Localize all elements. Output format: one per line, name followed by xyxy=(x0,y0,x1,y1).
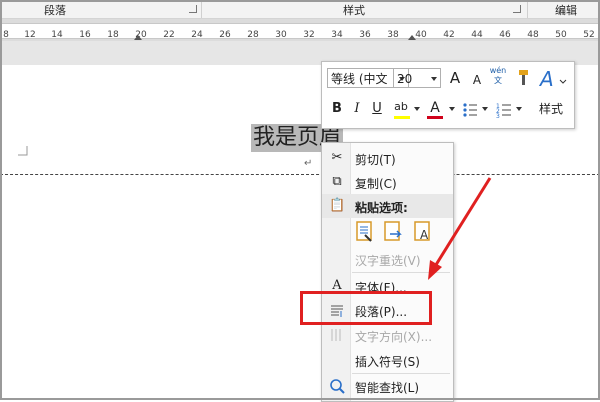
highlight-button[interactable]: ab xyxy=(392,98,410,116)
ruler-tick: 8 xyxy=(3,30,9,40)
font-name-value: 等线 (中文 xyxy=(331,72,388,86)
ruler-tick: 52 xyxy=(583,30,595,40)
shrink-font-button[interactable]: A xyxy=(468,71,486,89)
ruler-tick: 42 xyxy=(443,30,455,40)
format-painter-icon[interactable] xyxy=(512,69,530,87)
menu-item-text-direction: 文字方向(X)... xyxy=(322,323,453,347)
text-direction-icon xyxy=(331,329,341,341)
ruler-tick: 36 xyxy=(359,30,371,40)
paragraph-mark-icon: ↵ xyxy=(304,158,313,169)
ruler-tick: 22 xyxy=(163,30,175,40)
mini-toolbar: 等线 (中文 20 A A wén 文 A B I U ab A 123 样式 xyxy=(321,61,575,129)
ruler-tick: 30 xyxy=(275,30,287,40)
keep-text-only-icon[interactable]: A xyxy=(412,220,434,244)
ruler-tick: 14 xyxy=(51,30,63,40)
menu-item-label: 插入符号(S) xyxy=(355,355,420,369)
ribbon-group-paragraph: 段落 xyxy=(44,4,66,17)
scissors-icon: ✂ xyxy=(331,150,343,165)
merge-formatting-icon[interactable] xyxy=(382,220,404,244)
phonetic-guide-bottom: 文 xyxy=(494,76,502,85)
chevron-down-icon[interactable] xyxy=(516,107,522,111)
menu-item-cut[interactable]: ✂ 剪切(T) xyxy=(322,146,453,170)
clipboard-icon: 📋 xyxy=(329,198,346,213)
ruler-tick: 26 xyxy=(219,30,231,40)
ruler-tick: 40 xyxy=(415,30,427,40)
menu-item-insert-symbol[interactable]: 插入符号(S) xyxy=(322,348,453,372)
right-indent-marker[interactable] xyxy=(408,35,416,40)
header-boundary-line xyxy=(0,174,600,175)
styles-gallery-icon[interactable]: A xyxy=(538,66,570,92)
ribbon-separator xyxy=(201,0,202,18)
font-size-select[interactable]: 20 xyxy=(393,68,441,88)
menu-item-smart-lookup[interactable]: 智能查找(L) xyxy=(322,374,453,398)
numbering-icon[interactable]: 123 xyxy=(496,102,512,118)
styles-label[interactable]: 样式 xyxy=(539,100,563,117)
menu-item-label: 文字方向(X)... xyxy=(355,330,433,344)
horizontal-ruler[interactable]: 8 12 14 16 18 20 22 24 26 28 30 32 34 36… xyxy=(0,19,600,41)
font-color-button[interactable]: A xyxy=(426,99,444,117)
svg-text:A: A xyxy=(420,228,429,242)
ruler-tick: 50 xyxy=(555,30,567,40)
menu-item-paste-options: 📋 粘贴选项: xyxy=(322,194,453,218)
ruler-tick: 24 xyxy=(191,30,203,40)
chevron-down-icon[interactable] xyxy=(414,107,420,111)
menu-item-label: 复制(C) xyxy=(355,177,397,191)
ruler-tick: 34 xyxy=(331,30,343,40)
menu-item-label: 剪切(T) xyxy=(355,153,396,167)
bold-button[interactable]: B xyxy=(328,100,346,118)
svg-text:3: 3 xyxy=(496,113,500,118)
annotation-highlight-box xyxy=(300,291,432,325)
keep-source-formatting-icon[interactable] xyxy=(354,220,376,244)
smart-lookup-icon xyxy=(330,379,345,394)
phonetic-guide-button[interactable]: wén 文 xyxy=(488,66,508,85)
chevron-down-icon[interactable] xyxy=(482,107,488,111)
ruler-scale: 8 12 14 16 18 20 22 24 26 28 30 32 34 36… xyxy=(0,23,600,40)
ruler-tick: 16 xyxy=(79,30,91,40)
menu-item-reconversion: 汉字重选(V) xyxy=(322,247,453,271)
ruler-tick: 12 xyxy=(24,30,36,40)
paragraph-dialog-launcher-icon[interactable] xyxy=(189,5,197,13)
font-size-value: 20 xyxy=(397,72,413,86)
menu-item-label: 智能查找(L) xyxy=(355,381,420,395)
ribbon-group-bar: 段落 样式 编辑 xyxy=(0,0,600,19)
grow-font-button[interactable]: A xyxy=(446,69,464,87)
ruler-tick: 48 xyxy=(527,30,539,40)
copy-icon: ⧉ xyxy=(332,174,342,189)
chevron-down-icon[interactable] xyxy=(449,107,455,111)
font-color-swatch xyxy=(427,116,443,119)
ribbon-group-styles: 样式 xyxy=(343,4,365,17)
menu-item-label: 粘贴选项: xyxy=(355,201,408,215)
menu-separator xyxy=(352,272,450,273)
ruler-tick: 28 xyxy=(247,30,259,40)
ribbon-separator xyxy=(527,0,528,18)
ruler-tick: 32 xyxy=(303,30,315,40)
menu-item-label: 汉字重选(V) xyxy=(355,254,421,268)
svg-text:A: A xyxy=(538,67,554,91)
phonetic-guide-top: wén xyxy=(489,66,507,75)
ribbon-group-editing: 编辑 xyxy=(555,4,577,17)
italic-button[interactable]: I xyxy=(348,100,366,118)
ruler-tick: 38 xyxy=(387,30,399,40)
context-menu: ✂ 剪切(T) ⧉ 复制(C) 📋 粘贴选项: A 汉字重选(V) A 字体(F… xyxy=(321,142,454,402)
ruler-tick: 44 xyxy=(471,30,483,40)
menu-item-copy[interactable]: ⧉ 复制(C) xyxy=(322,170,453,194)
left-indent-marker[interactable] xyxy=(134,35,142,40)
styles-dialog-launcher-icon[interactable] xyxy=(513,5,521,13)
bullets-icon[interactable] xyxy=(462,102,478,118)
ruler-tick: 46 xyxy=(499,30,511,40)
margin-corner-mark xyxy=(18,146,28,156)
highlight-color-swatch xyxy=(394,116,410,119)
chevron-down-icon xyxy=(431,77,437,81)
underline-button[interactable]: U xyxy=(368,100,386,118)
ruler-tick: 18 xyxy=(107,30,119,40)
